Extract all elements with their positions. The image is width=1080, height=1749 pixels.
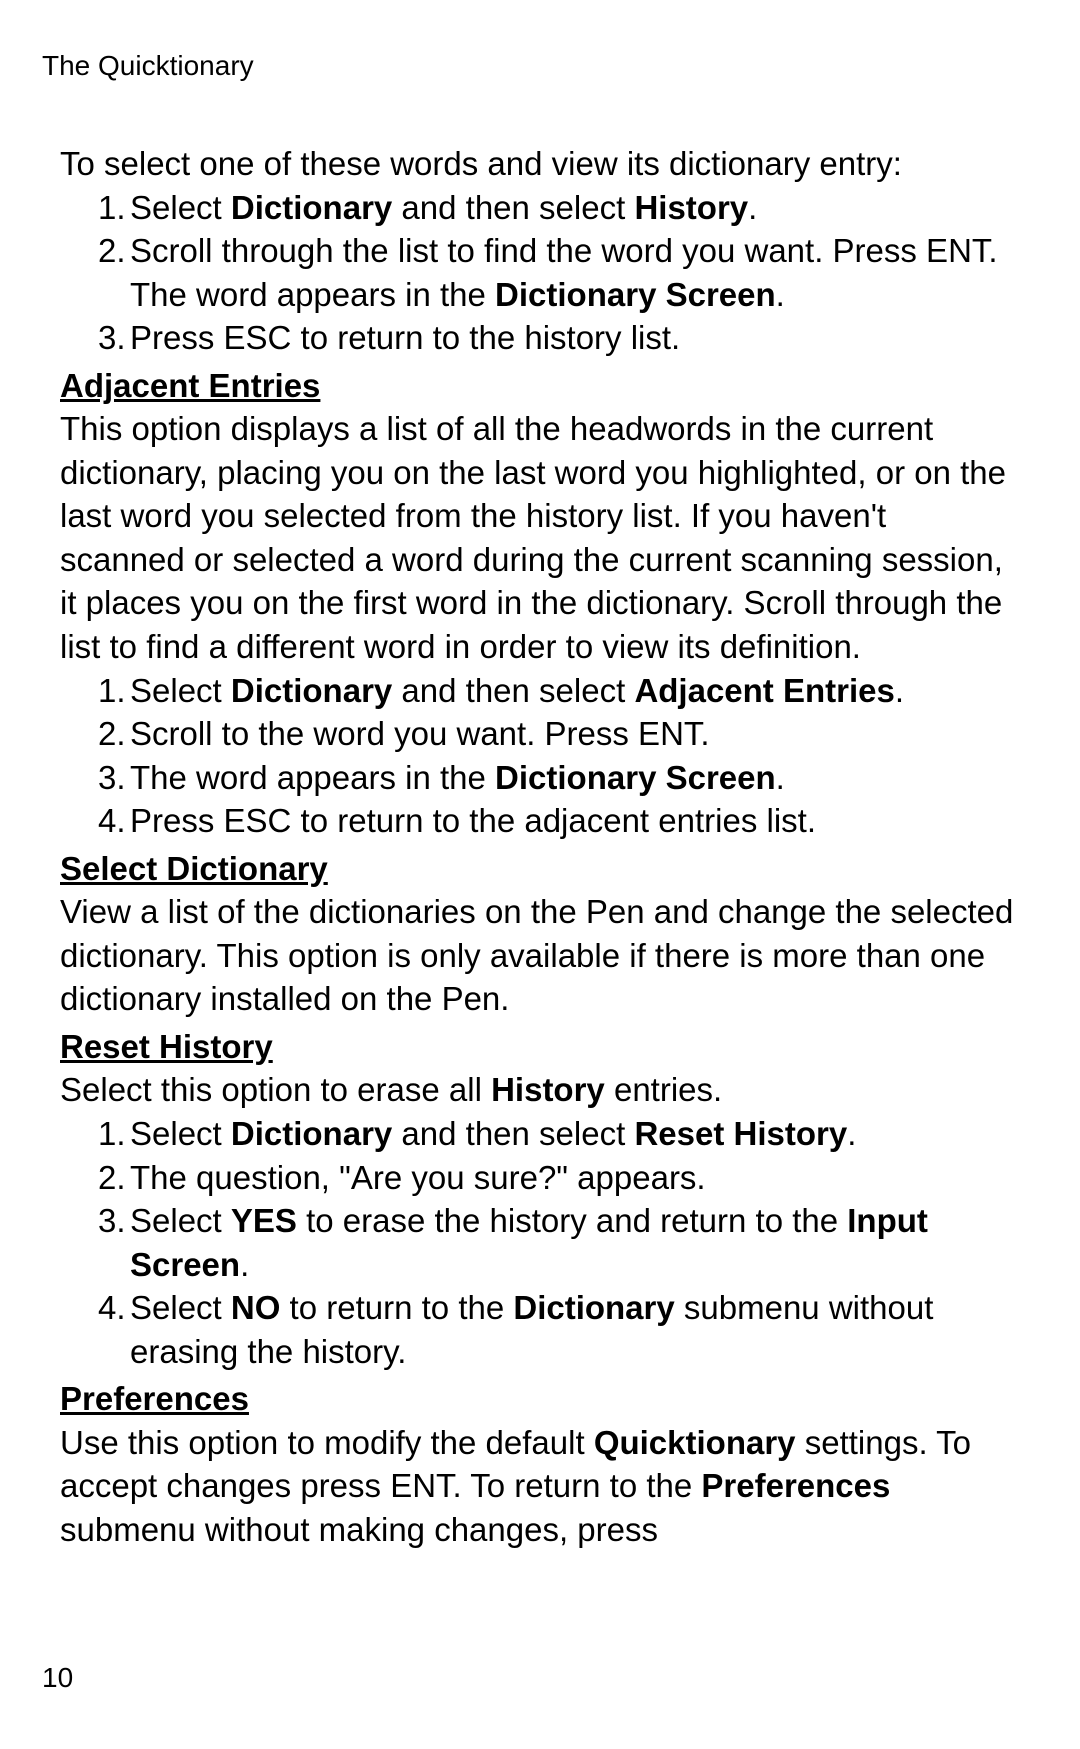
text-fragment: and then select — [392, 672, 634, 709]
item-number: 3. — [60, 316, 130, 360]
body-content: To select one of these words and view it… — [60, 142, 1020, 1552]
text-fragment: and then select — [392, 1115, 634, 1152]
item-body: Press ESC to return to the history list. — [130, 316, 1020, 360]
heading-reset-history: Reset History — [60, 1025, 1020, 1069]
list-item: 2. Scroll through the list to find the w… — [60, 229, 1020, 316]
text-fragment: Select — [130, 672, 231, 709]
intro-paragraph: To select one of these words and view it… — [60, 142, 1020, 186]
item-number: 2. — [60, 712, 130, 756]
list-item: 1. Select Dictionary and then select His… — [60, 186, 1020, 230]
list-item: 4. Select NO to return to the Dictionary… — [60, 1286, 1020, 1373]
list-item: 2. Scroll to the word you want. Press EN… — [60, 712, 1020, 756]
item-number: 1. — [60, 186, 130, 230]
bold-text: Adjacent Entries — [634, 672, 894, 709]
item-number: 2. — [60, 229, 130, 316]
bold-text: YES — [231, 1202, 297, 1239]
text-fragment: Select — [130, 1115, 231, 1152]
adjacent-entries-steps-list: 1. Select Dictionary and then select Adj… — [60, 669, 1020, 843]
bold-text: Dictionary — [231, 672, 392, 709]
text-fragment: and then select — [392, 189, 634, 226]
text-fragment: submenu without making changes, press — [60, 1511, 658, 1548]
item-body: The word appears in the Dictionary Scree… — [130, 756, 1020, 800]
reset-history-steps-list: 1. Select Dictionary and then select Res… — [60, 1112, 1020, 1373]
text-fragment: . — [776, 276, 785, 313]
adjacent-entries-paragraph: This option displays a list of all the h… — [60, 407, 1020, 668]
text-fragment: . — [895, 672, 904, 709]
history-steps-list: 1. Select Dictionary and then select His… — [60, 186, 1020, 360]
bold-text: History — [491, 1071, 605, 1108]
list-item: 2. The question, "Are you sure?" appears… — [60, 1156, 1020, 1200]
page: The Quicktionary To select one of these … — [0, 0, 1080, 1749]
preferences-paragraph: Use this option to modify the default Qu… — [60, 1421, 1020, 1552]
text-fragment: . — [847, 1115, 856, 1152]
item-number: 3. — [60, 1199, 130, 1286]
bold-text: Dictionary — [231, 189, 392, 226]
text-fragment: Use this option to modify the default — [60, 1424, 594, 1461]
text-fragment: . — [748, 189, 757, 226]
bold-text: Dictionary — [513, 1289, 674, 1326]
bold-text: Quicktionary — [594, 1424, 796, 1461]
text-fragment: Select — [130, 1202, 231, 1239]
list-item: 3. Select YES to erase the history and r… — [60, 1199, 1020, 1286]
text-fragment: to erase the history and return to the — [297, 1202, 847, 1239]
text-fragment: Select — [130, 189, 231, 226]
text-fragment: entries. — [605, 1071, 722, 1108]
bold-text: NO — [231, 1289, 281, 1326]
text-fragment: . — [240, 1246, 249, 1283]
bold-text: Preferences — [701, 1467, 890, 1504]
bold-text: Reset History — [634, 1115, 847, 1152]
item-body: Scroll to the word you want. Press ENT. — [130, 712, 1020, 756]
text-fragment: Select — [130, 1289, 231, 1326]
item-body: Select Dictionary and then select Histor… — [130, 186, 1020, 230]
text-fragment: to return to the — [280, 1289, 513, 1326]
item-body: Press ESC to return to the adjacent entr… — [130, 799, 1020, 843]
heading-preferences: Preferences — [60, 1377, 1020, 1421]
text-fragment: . — [776, 759, 785, 796]
item-body: Select Dictionary and then select Adjace… — [130, 669, 1020, 713]
heading-select-dictionary: Select Dictionary — [60, 847, 1020, 891]
item-number: 1. — [60, 1112, 130, 1156]
list-item: 3. The word appears in the Dictionary Sc… — [60, 756, 1020, 800]
item-number: 2. — [60, 1156, 130, 1200]
text-fragment: The word appears in the — [130, 759, 495, 796]
list-item: 3. Press ESC to return to the history li… — [60, 316, 1020, 360]
item-body: Select YES to erase the history and retu… — [130, 1199, 1020, 1286]
list-item: 4. Press ESC to return to the adjacent e… — [60, 799, 1020, 843]
select-dictionary-paragraph: View a list of the dictionaries on the P… — [60, 890, 1020, 1021]
list-item: 1. Select Dictionary and then select Adj… — [60, 669, 1020, 713]
item-number: 3. — [60, 756, 130, 800]
heading-adjacent-entries: Adjacent Entries — [60, 364, 1020, 408]
item-body: Scroll through the list to find the word… — [130, 229, 1020, 316]
item-body: The question, "Are you sure?" appears. — [130, 1156, 1020, 1200]
page-number: 10 — [42, 1662, 73, 1694]
item-body: Select Dictionary and then select Reset … — [130, 1112, 1020, 1156]
item-number: 1. — [60, 669, 130, 713]
item-body: Select NO to return to the Dictionary su… — [130, 1286, 1020, 1373]
reset-history-paragraph: Select this option to erase all History … — [60, 1068, 1020, 1112]
bold-text: Dictionary Screen — [495, 759, 776, 796]
bold-text: Dictionary Screen — [495, 276, 776, 313]
list-item: 1. Select Dictionary and then select Res… — [60, 1112, 1020, 1156]
text-fragment: Select this option to erase all — [60, 1071, 491, 1108]
bold-text: History — [634, 189, 748, 226]
item-number: 4. — [60, 1286, 130, 1373]
item-number: 4. — [60, 799, 130, 843]
bold-text: Dictionary — [231, 1115, 392, 1152]
running-header: The Quicktionary — [42, 50, 1020, 82]
